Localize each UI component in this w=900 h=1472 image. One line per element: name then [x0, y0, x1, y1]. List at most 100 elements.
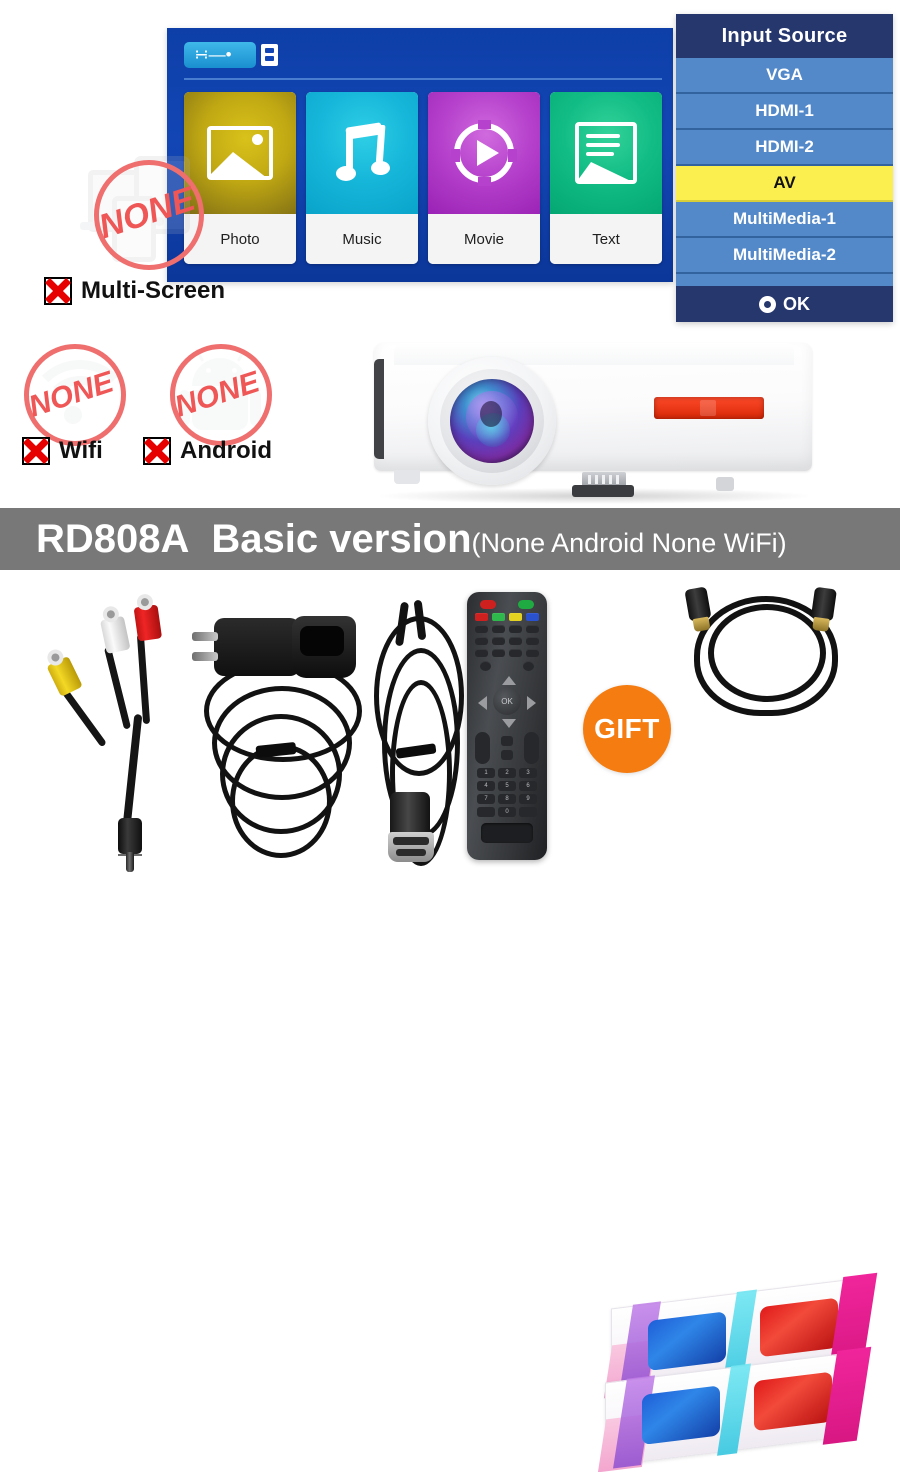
remote-power-row: [474, 600, 540, 609]
dpad-up-icon[interactable]: [502, 676, 516, 685]
remote-key[interactable]: [475, 649, 488, 657]
iec-socket: [292, 616, 356, 678]
remote-ok-button[interactable]: OK: [493, 687, 521, 715]
hdmi-connector-right: [809, 586, 837, 634]
accessories-row: OK 1 2 3 4 5 6 7 8 9 0: [0, 578, 900, 1472]
media-tile-movie[interactable]: Movie: [428, 92, 540, 264]
remote-source-key[interactable]: [518, 600, 534, 609]
remote-key[interactable]: [475, 637, 488, 645]
remote-num-key[interactable]: 0: [498, 807, 516, 817]
remote-function-row: [474, 649, 540, 657]
rca-connector-yellow: [41, 645, 83, 697]
projector-lens: [450, 379, 534, 463]
remote-bottom-panel: [481, 823, 533, 843]
remote-key[interactable]: [501, 750, 513, 760]
usb-icon: ∺—•: [194, 45, 232, 64]
document-icon: [550, 92, 662, 214]
music-note-icon: [306, 92, 418, 214]
remote-numeric-keypad: 1 2 3 4 5 6 7 8 9 0: [474, 768, 540, 817]
dpad-right-icon[interactable]: [527, 696, 536, 710]
remote-key[interactable]: [480, 661, 491, 671]
remote-num-key[interactable]: 6: [519, 781, 537, 791]
input-source-item-multimedia-1[interactable]: MultiMedia-1: [676, 202, 893, 238]
feature-label-text: Multi-Screen: [81, 277, 226, 304]
remote-key[interactable]: [526, 637, 539, 645]
banner-model-name: RD808A: [36, 516, 190, 561]
remote-num-key[interactable]: 7: [477, 794, 495, 804]
none-badge-android: NONE: [166, 340, 276, 450]
banner-note: (None Android None WiFi): [471, 527, 787, 558]
remote-color-key-red[interactable]: [475, 613, 488, 621]
remote-key[interactable]: [475, 625, 488, 633]
media-tile-label: Music: [306, 214, 418, 264]
input-source-list: VGA HDMI-1 HDMI-2 AV MultiMedia-1 MultiM…: [676, 58, 893, 286]
remote-num-key[interactable]: 5: [498, 781, 516, 791]
input-source-footer[interactable]: OK: [676, 286, 893, 322]
rca-connector-red: [132, 593, 163, 642]
feature-label-android: Android: [143, 437, 272, 465]
media-tile-text[interactable]: Text: [550, 92, 662, 264]
projector-vent: [654, 397, 764, 419]
projector-product-photo: [358, 325, 828, 504]
remote-volume-rocker[interactable]: [475, 732, 490, 764]
remote-num-key[interactable]: 1: [477, 768, 495, 778]
accessory-av-rca-cable: [40, 590, 190, 880]
red-x-icon: [22, 437, 50, 465]
projector-foot: [572, 485, 634, 497]
input-source-item-vga[interactable]: VGA: [676, 58, 893, 94]
usb-source-chip[interactable]: ∺—•: [184, 42, 278, 68]
input-source-item-hdmi-2[interactable]: HDMI-2: [676, 130, 893, 166]
remote-color-key-blue[interactable]: [526, 613, 539, 621]
remote-key[interactable]: [509, 649, 522, 657]
remote-key[interactable]: [492, 625, 505, 633]
remote-power-key[interactable]: [480, 600, 496, 609]
remote-key[interactable]: [501, 736, 513, 746]
remote-num-key[interactable]: 9: [519, 794, 537, 804]
remote-mid-keys: [501, 736, 513, 760]
glasses-blue-lens: [648, 1311, 726, 1371]
play-circle-icon: [428, 92, 540, 214]
projector-side-panel: [374, 359, 384, 459]
rca-connector-white: [97, 604, 131, 654]
remote-key[interactable]: [492, 649, 505, 657]
red-x-icon: [143, 437, 171, 465]
vga-connector: [388, 832, 434, 862]
remote-color-key-green[interactable]: [492, 613, 505, 621]
media-tiles: Photo Music Movie Text: [184, 92, 662, 264]
remote-volume-channel-row: [475, 732, 539, 764]
media-tile-music[interactable]: Music: [306, 92, 418, 264]
hdmi-connector-left: [684, 586, 713, 633]
input-source-item-multimedia-2[interactable]: MultiMedia-2: [676, 238, 893, 274]
eu-plug: [192, 618, 300, 676]
none-badge-multiscreen: NONE: [80, 152, 210, 276]
input-source-item-hdmi-1[interactable]: HDMI-1: [676, 94, 893, 130]
remote-num-key[interactable]: 4: [477, 781, 495, 791]
remote-key[interactable]: [509, 625, 522, 633]
glasses-red-lens: [754, 1371, 832, 1432]
red-x-icon: [44, 277, 72, 305]
remote-key[interactable]: [509, 637, 522, 645]
remote-key[interactable]: [526, 625, 539, 633]
remote-key[interactable]: [523, 661, 534, 671]
input-source-item-av[interactable]: AV: [676, 166, 893, 202]
banner-version-name: Basic version: [211, 516, 472, 561]
remote-num-key[interactable]: [519, 807, 537, 817]
remote-color-row: [474, 613, 540, 621]
input-source-panel: Input Source VGA HDMI-1 HDMI-2 AV MultiM…: [676, 14, 893, 322]
remote-color-key-yellow[interactable]: [509, 613, 522, 621]
remote-num-key[interactable]: 3: [519, 768, 537, 778]
dpad-left-icon[interactable]: [478, 696, 487, 710]
input-source-spacer: [676, 274, 893, 286]
ok-target-icon: [759, 295, 776, 313]
remote-key[interactable]: [526, 649, 539, 657]
remote-num-key[interactable]: 2: [498, 768, 516, 778]
remote-channel-rocker[interactable]: [524, 732, 539, 764]
remote-num-key[interactable]: [477, 807, 495, 817]
remote-dpad[interactable]: OK: [478, 676, 536, 728]
projector-foot: [394, 470, 420, 484]
media-menu-screen: ∺—• Photo Music Movie Text: [167, 28, 673, 282]
remote-num-key[interactable]: 8: [498, 794, 516, 804]
version-banner: RD808A Basic version (None Android None …: [0, 508, 900, 570]
dpad-down-icon[interactable]: [502, 719, 516, 728]
remote-key[interactable]: [492, 637, 505, 645]
